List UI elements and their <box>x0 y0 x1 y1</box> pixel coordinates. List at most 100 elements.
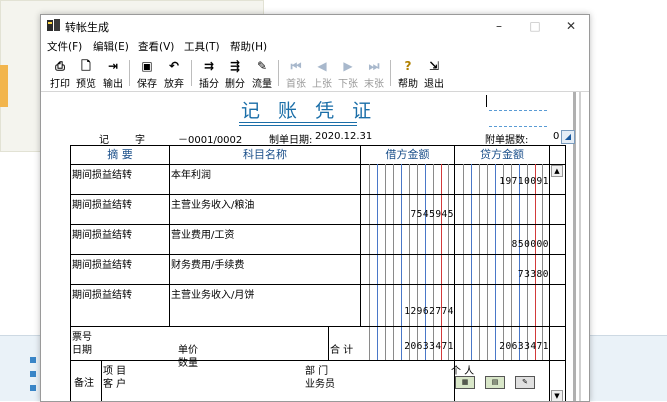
row-divider <box>71 254 565 255</box>
attachment-browse-icon[interactable]: ◢ <box>561 130 575 144</box>
row-credit[interactable]: 73380 <box>455 269 549 280</box>
row-summary[interactable]: 期间损益结转 <box>72 226 132 241</box>
title-bar: 转帐生成 – □ ✕ <box>41 15 589 37</box>
close-button[interactable]: ✕ <box>553 15 589 37</box>
row-summary[interactable]: 期间损益结转 <box>72 166 132 181</box>
voucher-title: 记 账 凭 证 <box>241 100 378 122</box>
prev-voucher-button[interactable]: ◀ 上张 <box>309 57 335 91</box>
custom-field-line[interactable] <box>489 110 547 111</box>
voucher-date[interactable]: 2020.12.31 <box>315 131 372 142</box>
attachments-label: 附单据数: <box>485 135 529 146</box>
text-cursor <box>486 95 487 107</box>
header-credit: 贷方金额 <box>455 146 549 165</box>
column-divider <box>328 326 329 360</box>
last-voucher-button[interactable]: ⏭ 末张 <box>361 57 387 91</box>
date-field-label: 日期 <box>72 345 92 356</box>
menu-help[interactable]: 帮助(H) <box>230 39 267 54</box>
toolbar: ⎙ 打印 🗋 预览 ⇥ 输出 ▣ 保存 ↶ 放弃 ⇉ 插分 ⇶ 删分 ✎ 流量 ⏮ 首张 ◀ 上张 … <box>41 55 589 92</box>
background-bullet <box>30 371 36 377</box>
menu-tools[interactable]: 工具(T) <box>184 39 220 54</box>
attachments-count[interactable]: 0 <box>553 131 559 142</box>
debit-total: 20633471 <box>404 341 454 352</box>
last-icon: ⏭ <box>368 59 380 73</box>
window-title: 转帐生成 <box>65 21 109 34</box>
column-divider <box>549 146 550 401</box>
delete-row-icon: ⇶ <box>229 59 241 73</box>
output-icon: ⇥ <box>107 59 119 73</box>
flow-icon: ✎ <box>256 59 268 73</box>
header-summary: 摘 要 <box>71 146 169 165</box>
title-underline <box>239 122 357 123</box>
column-divider <box>360 146 361 326</box>
preview-button[interactable]: 🗋 预览 <box>73 57 99 91</box>
row-debit[interactable]: 7545945 <box>361 209 454 220</box>
header-spacer <box>550 146 565 165</box>
exit-icon: ⇲ <box>428 59 440 73</box>
row-account[interactable]: 财务费用/手续费 <box>171 256 244 271</box>
insert-row-button[interactable]: ⇉ 插分 <box>196 57 222 91</box>
row-account[interactable]: 主营业务收入/月饼 <box>171 286 254 301</box>
flow-button[interactable]: ✎ 流量 <box>248 57 276 91</box>
menu-edit[interactable]: 编辑(E) <box>93 39 129 54</box>
customer-label: 客 户 <box>103 379 127 390</box>
first-voucher-button[interactable]: ⏮ 首张 <box>283 57 309 91</box>
voucher-type[interactable]: 记 <box>99 131 109 146</box>
help-icon: ? <box>404 59 412 73</box>
row-divider <box>71 360 565 361</box>
save-button[interactable]: ▣ 保存 <box>134 57 160 91</box>
app-icon <box>47 19 60 31</box>
pen-icon[interactable]: ✎ <box>515 376 535 389</box>
voucher-type-suffix: 字 <box>135 135 145 146</box>
calculator-icon[interactable]: ▦ <box>455 376 475 389</box>
preview-icon: 🗋 <box>81 59 91 73</box>
total-label: 合 计 <box>330 345 354 356</box>
maximize-button[interactable]: □ <box>517 15 553 37</box>
discard-button[interactable]: ↶ 放弃 <box>160 57 188 91</box>
first-icon: ⏮ <box>290 59 302 73</box>
quantity-label: 数量 <box>178 358 198 369</box>
print-button[interactable]: ⎙ 打印 <box>47 57 73 91</box>
voucher-number: －0001/0002 <box>178 135 243 146</box>
save-icon: ▣ <box>141 59 153 73</box>
minimize-button[interactable]: – <box>481 15 517 37</box>
row-debit[interactable]: 12962774 <box>361 306 454 317</box>
background-bullet <box>30 357 36 363</box>
exit-button[interactable]: ⇲ 退出 <box>421 57 447 91</box>
undo-icon: ↶ <box>168 59 180 73</box>
row-divider <box>71 284 565 285</box>
menu-file[interactable]: 文件(F) <box>47 39 82 54</box>
transfer-window: 转帐生成 – □ ✕ 文件(F) 编辑(E) 查看(V) 工具(T) 帮助(H)… <box>40 14 590 402</box>
help-button[interactable]: ? 帮助 <box>395 57 421 91</box>
row-summary[interactable]: 期间损益结转 <box>72 196 132 211</box>
row-account[interactable]: 营业费用/工资 <box>171 226 234 241</box>
row-summary[interactable]: 期间损益结转 <box>72 256 132 271</box>
header-account: 科目名称 <box>170 146 360 165</box>
row-account[interactable]: 本年利润 <box>171 166 211 181</box>
next-icon: ▶ <box>343 59 353 73</box>
toolbar-separator <box>129 60 130 86</box>
voucher-area: 记 账 凭 证 记 字 －0001/0002 制单日期: 2020.12.31 … <box>41 92 589 401</box>
row-account[interactable]: 主营业务收入/粮油 <box>171 196 254 211</box>
card-icon[interactable]: ▤ <box>485 376 505 389</box>
title-underline <box>239 125 357 126</box>
scroll-down-icon[interactable]: ▼ <box>551 390 563 401</box>
salesperson-label: 业务员 <box>305 379 335 390</box>
prev-icon: ◀ <box>317 59 327 73</box>
person-label: 个 人 <box>451 366 475 377</box>
toolbar-separator <box>390 60 391 86</box>
row-credit[interactable]: 850000 <box>455 239 549 250</box>
header-debit: 借方金额 <box>361 146 454 165</box>
toolbar-separator <box>278 60 279 86</box>
output-button[interactable]: ⇥ 输出 <box>99 57 127 91</box>
delete-row-button[interactable]: ⇶ 删分 <box>222 57 248 91</box>
insert-row-icon: ⇉ <box>203 59 215 73</box>
column-divider <box>101 360 102 401</box>
row-summary[interactable]: 期间损益结转 <box>72 286 132 301</box>
menu-view[interactable]: 查看(V) <box>138 39 174 54</box>
row-credit[interactable]: 19710091 <box>455 176 549 187</box>
entry-grid: 摘 要 科目名称 借方金额 贷方金额 期间损益结转 本年利润 19710091 … <box>70 145 566 401</box>
scroll-up-icon[interactable]: ▲ <box>551 165 563 177</box>
row-divider <box>71 224 565 225</box>
custom-field-line[interactable] <box>489 126 547 127</box>
next-voucher-button[interactable]: ▶ 下张 <box>335 57 361 91</box>
